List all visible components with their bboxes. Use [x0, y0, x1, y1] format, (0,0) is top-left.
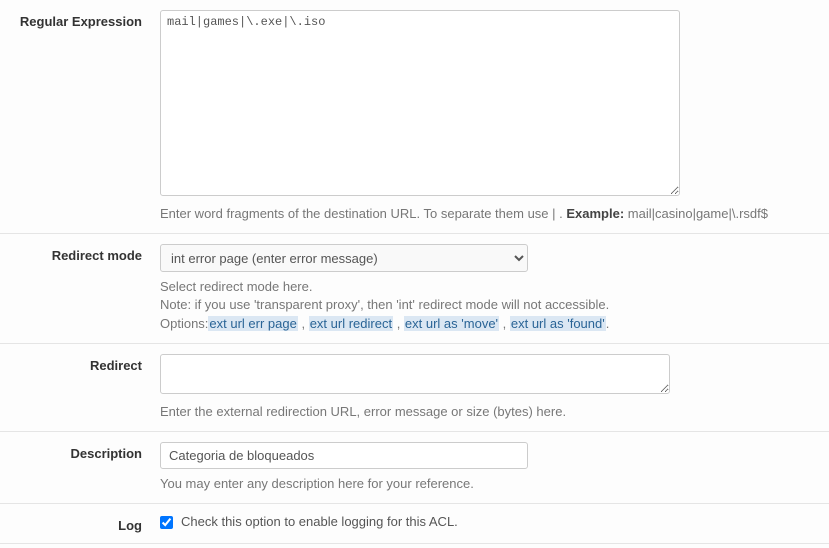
regex-help-example-label: Example: [566, 206, 624, 221]
redirect-mode-options-prefix: Options: [160, 316, 208, 331]
log-label: Log [0, 514, 160, 533]
log-content: Check this option to enable logging for … [160, 514, 819, 533]
redirect-mode-select[interactable]: int error page (enter error message) [160, 244, 528, 272]
opt-ext-url-found[interactable]: ext url as 'found' [510, 316, 606, 331]
period: . [606, 316, 610, 331]
description-input[interactable] [160, 442, 528, 469]
redirect-mode-help3: Options:ext url err page , ext url redir… [160, 315, 819, 333]
row-redirect: Redirect Enter the external redirection … [0, 344, 829, 432]
redirect-help: Enter the external redirection URL, erro… [160, 403, 819, 421]
regex-content: Enter word fragments of the destination … [160, 10, 819, 223]
log-checkbox-row[interactable]: Check this option to enable logging for … [160, 514, 819, 529]
row-regex: Regular Expression Enter word fragments … [0, 0, 829, 234]
row-log: Log Check this option to enable logging … [0, 504, 829, 544]
redirect-content: Enter the external redirection URL, erro… [160, 354, 819, 421]
opt-ext-url-err-page[interactable]: ext url err page [208, 316, 297, 331]
row-description: Description You may enter any descriptio… [0, 432, 829, 504]
row-redirect-mode: Redirect mode int error page (enter erro… [0, 234, 829, 344]
log-checkbox[interactable] [160, 516, 173, 529]
redirect-mode-help: Select redirect mode here. Note: if you … [160, 278, 819, 333]
regex-help: Enter word fragments of the destination … [160, 205, 819, 223]
redirect-mode-label: Redirect mode [0, 244, 160, 333]
regex-label: Regular Expression [0, 10, 160, 223]
regex-help-example-value: mail|casino|game|\.rsdf$ [624, 206, 768, 221]
redirect-label: Redirect [0, 354, 160, 421]
regex-help-prefix: Enter word fragments of the destination … [160, 206, 566, 221]
redirect-mode-help1: Select redirect mode here. [160, 278, 819, 296]
log-text: Check this option to enable logging for … [181, 514, 458, 529]
redirect-mode-help2: Note: if you use 'transparent proxy', th… [160, 296, 819, 314]
description-help: You may enter any description here for y… [160, 475, 819, 493]
opt-ext-url-move[interactable]: ext url as 'move' [404, 316, 499, 331]
sep2: , [393, 316, 404, 331]
description-label: Description [0, 442, 160, 493]
opt-ext-url-redirect[interactable]: ext url redirect [309, 316, 393, 331]
sep1: , [298, 316, 309, 331]
redirect-mode-content: int error page (enter error message) Sel… [160, 244, 819, 333]
sep3: , [499, 316, 510, 331]
regex-textarea[interactable] [160, 10, 680, 196]
description-content: You may enter any description here for y… [160, 442, 819, 493]
redirect-textarea[interactable] [160, 354, 670, 394]
